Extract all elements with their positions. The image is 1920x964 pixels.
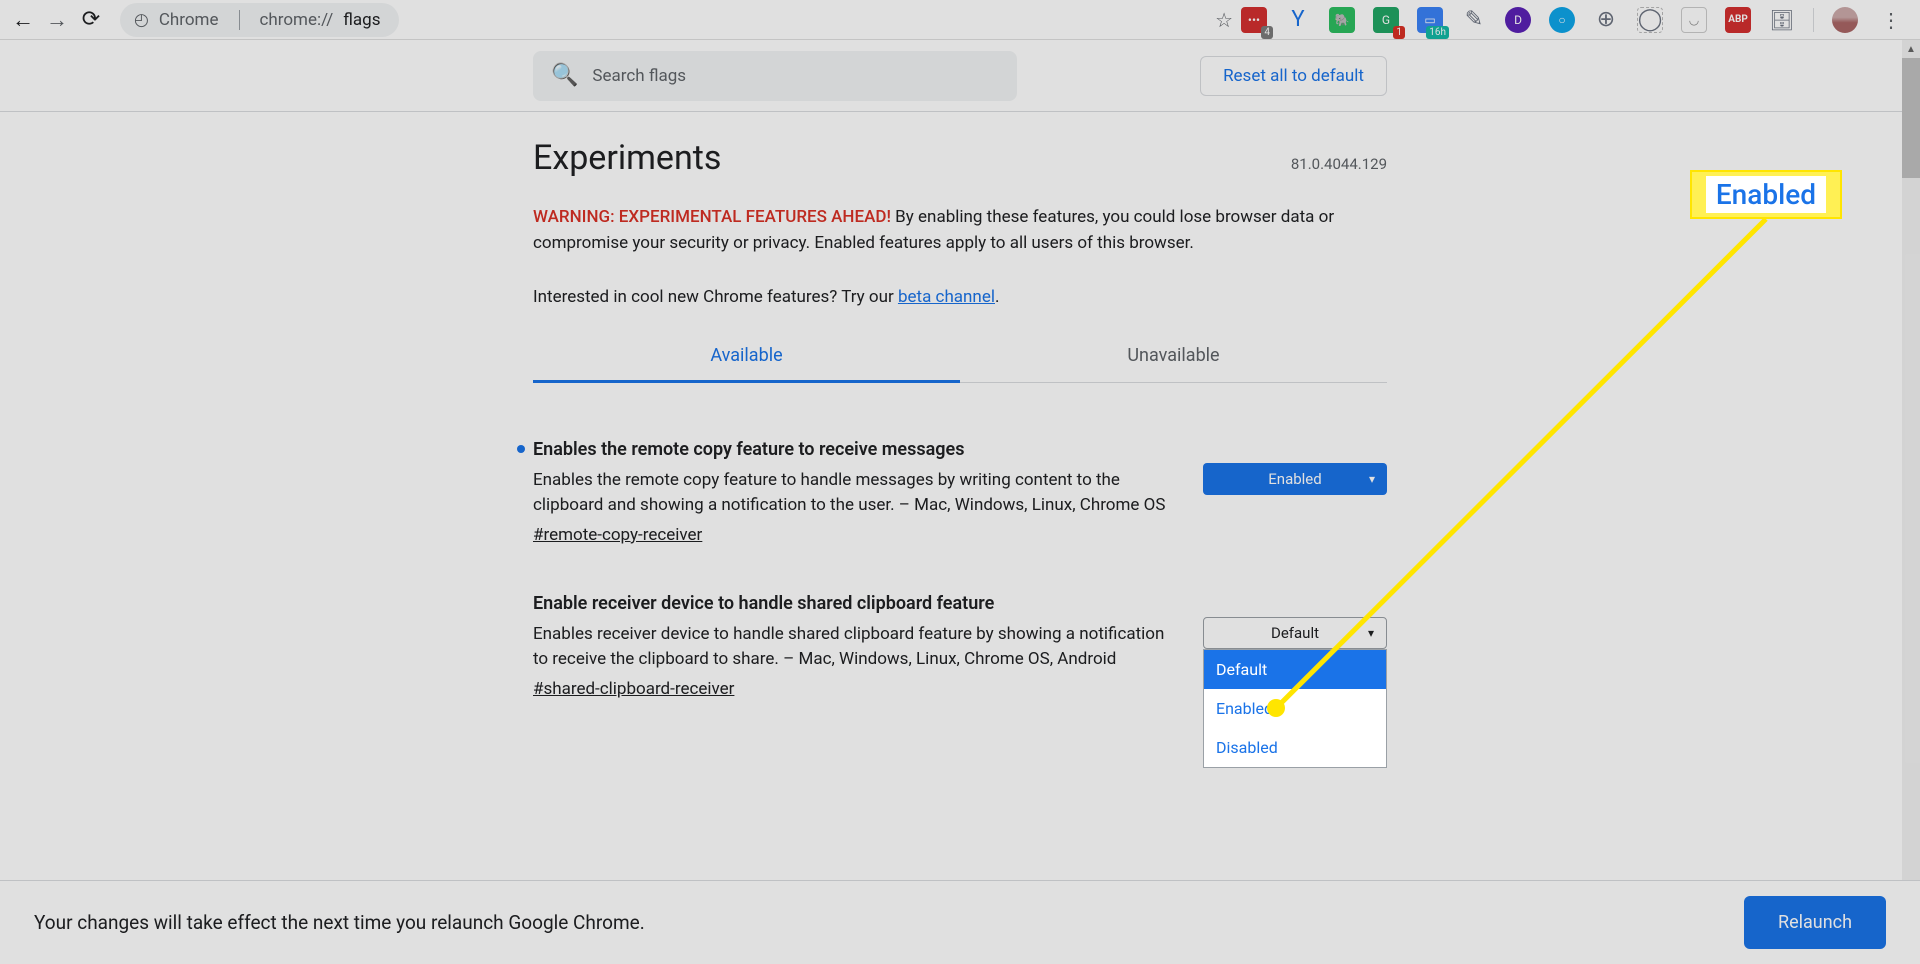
- omnibox-divider: [239, 10, 240, 30]
- omnibox-title: Chrome: [159, 10, 219, 30]
- flag-title: Enable receiver device to handle shared …: [533, 593, 1179, 614]
- extension-y-icon[interactable]: Y: [1285, 7, 1311, 33]
- annotation-callout-label: Enabled: [1706, 176, 1826, 213]
- extension-purple-d-icon[interactable]: D: [1505, 7, 1531, 33]
- search-flags-input[interactable]: 🔍 Search flags: [533, 51, 1017, 101]
- tabs: Available Unavailable: [533, 331, 1387, 383]
- dropdown-option-enabled[interactable]: Enabled: [1204, 689, 1386, 728]
- scroll-up-arrow-icon[interactable]: ▲: [1902, 40, 1920, 58]
- warning-text: WARNING: EXPERIMENTAL FEATURES AHEAD! By…: [533, 204, 1387, 257]
- beta-channel-link[interactable]: beta channel: [898, 287, 995, 307]
- omnibox-url-path: flags: [343, 10, 380, 30]
- dropdown-option-disabled[interactable]: Disabled: [1204, 728, 1386, 767]
- modified-indicator-dot: [517, 445, 525, 453]
- extension-add-icon[interactable]: ⊕: [1593, 7, 1619, 33]
- tab-available[interactable]: Available: [533, 331, 960, 382]
- extension-pocket-icon[interactable]: ◡: [1681, 7, 1707, 33]
- chrome-version: 81.0.4044.129: [1291, 155, 1387, 173]
- extension-calendar-icon[interactable]: ▭16h: [1417, 7, 1443, 33]
- relaunch-message: Your changes will take effect the next t…: [34, 911, 645, 934]
- forward-button[interactable]: →: [40, 3, 74, 37]
- flag-row: Enables the remote copy feature to recei…: [533, 383, 1387, 545]
- relaunch-button[interactable]: Relaunch: [1744, 896, 1886, 949]
- flag-description: Enables the remote copy feature to handl…: [533, 468, 1179, 519]
- extension-blue-o-icon[interactable]: ○: [1549, 7, 1575, 33]
- extension-briefcase-icon[interactable]: 🗄: [1769, 7, 1795, 33]
- flags-body: Experiments 81.0.4044.129 WARNING: EXPER…: [0, 112, 1920, 880]
- site-info-icon: ◴: [134, 10, 149, 30]
- address-bar[interactable]: ◴ Chrome chrome:// flags: [120, 3, 399, 37]
- flag-value-select[interactable]: Enabled ▾: [1203, 463, 1387, 495]
- page-title: Experiments: [533, 138, 721, 178]
- bookmark-star-icon[interactable]: ☆: [1215, 8, 1233, 32]
- dropdown-option-default[interactable]: Default: [1204, 650, 1386, 689]
- flag-value-label: Default: [1271, 624, 1319, 642]
- extensions-strip: •••4 Y 🐘 G1 ▭16h ✎ D ○ ⊕ ◯ ◡ ABP 🗄 ⋮: [1241, 7, 1906, 33]
- extension-circle-icon[interactable]: ◯: [1637, 7, 1663, 33]
- scrollbar-thumb[interactable]: [1902, 58, 1920, 178]
- browser-toolbar: ← → ⟳ ◴ Chrome chrome:// flags ☆ •••4 Y 🐘…: [0, 0, 1920, 40]
- flag-value-dropdown: Default Enabled Disabled: [1203, 649, 1387, 768]
- toolbar-separator: [1813, 8, 1814, 32]
- chevron-down-icon: ▾: [1368, 626, 1374, 640]
- chrome-menu-button[interactable]: ⋮: [1876, 8, 1906, 32]
- extension-abp-icon[interactable]: ABP: [1725, 7, 1751, 33]
- reset-all-button[interactable]: Reset all to default: [1200, 56, 1387, 96]
- flag-title: Enables the remote copy feature to recei…: [533, 439, 1179, 460]
- extension-grammarly-icon[interactable]: G1: [1373, 7, 1399, 33]
- beta-channel-line: Interested in cool new Chrome features? …: [533, 287, 1387, 307]
- back-button[interactable]: ←: [6, 3, 40, 37]
- omnibox-url-prefix: chrome://: [260, 10, 334, 30]
- flags-header: 🔍 Search flags Reset all to default: [0, 40, 1920, 112]
- search-icon: 🔍: [551, 63, 578, 88]
- flag-description: Enables receiver device to handle shared…: [533, 622, 1179, 673]
- annotation-callout: Enabled: [1690, 170, 1842, 219]
- profile-avatar[interactable]: [1832, 7, 1858, 33]
- flag-hash-link[interactable]: #shared-clipboard-receiver: [533, 679, 1179, 699]
- flag-hash-link[interactable]: #remote-copy-receiver: [533, 525, 1179, 545]
- flag-value-label: Enabled: [1268, 470, 1321, 488]
- flag-value-select[interactable]: Default ▾: [1203, 617, 1387, 649]
- extension-lastpass-icon[interactable]: •••4: [1241, 7, 1267, 33]
- chevron-down-icon: ▾: [1369, 472, 1375, 486]
- vertical-scrollbar[interactable]: ▲ ▼: [1902, 40, 1920, 964]
- relaunch-bar: Your changes will take effect the next t…: [0, 880, 1920, 964]
- reload-button[interactable]: ⟳: [74, 3, 108, 37]
- extension-evernote-icon[interactable]: 🐘: [1329, 7, 1355, 33]
- warning-prefix: WARNING: EXPERIMENTAL FEATURES AHEAD!: [533, 207, 891, 227]
- extension-pin-icon[interactable]: ✎: [1461, 7, 1487, 33]
- search-placeholder-text: Search flags: [592, 66, 686, 86]
- tab-unavailable[interactable]: Unavailable: [960, 331, 1387, 382]
